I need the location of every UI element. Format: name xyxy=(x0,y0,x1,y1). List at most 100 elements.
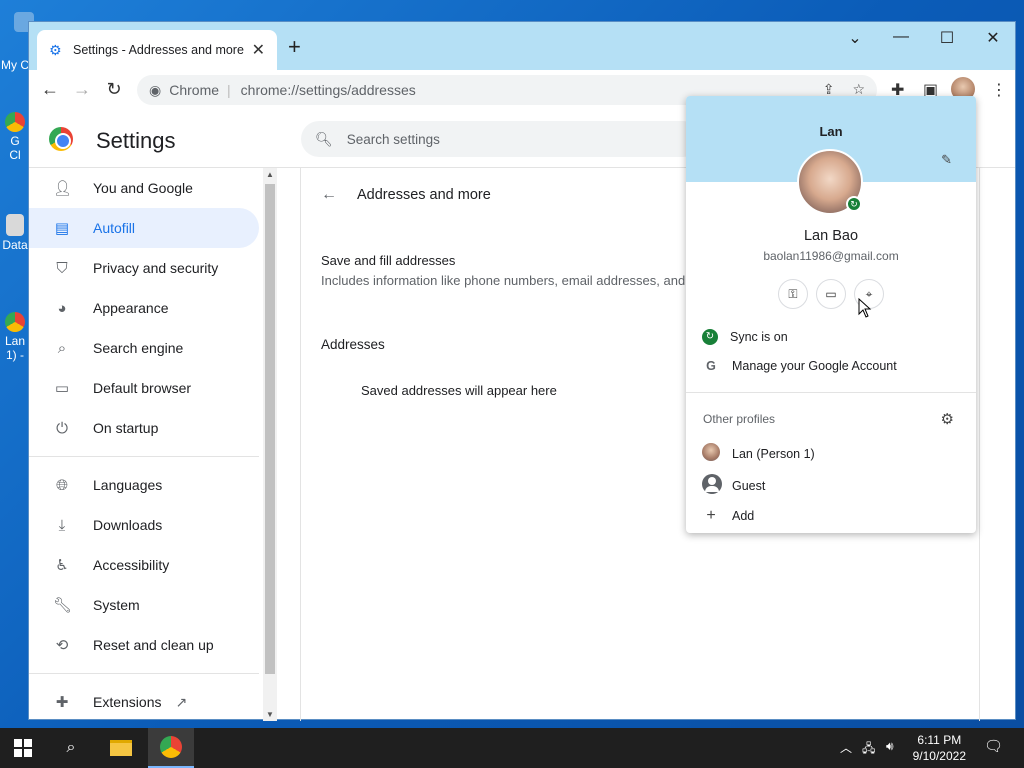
sidebar-item-label: System xyxy=(93,597,140,613)
sync-badge-icon: ↻ xyxy=(846,196,862,212)
scroll-up-icon[interactable]: ▲ xyxy=(266,170,274,179)
sidebar-divider xyxy=(29,673,259,674)
profile-item-label: Add xyxy=(732,509,755,523)
sidebar-item-privacy[interactable]: ⛉ Privacy and security xyxy=(29,248,263,288)
sidebar-item-search-engine[interactable]: ⌕ Search engine xyxy=(29,328,263,368)
sidebar-item-default-browser[interactable]: ▭ Default browser xyxy=(29,368,263,408)
folder-icon xyxy=(110,740,132,756)
sidebar-item-downloads[interactable]: ⤓ Downloads xyxy=(29,505,263,545)
desktop-icon-lan[interactable]: Lan 1) - xyxy=(0,312,30,362)
file-explorer-icon[interactable] xyxy=(98,728,144,768)
power-icon: ⏻ xyxy=(56,419,68,437)
profile-item-lan-person1[interactable]: Lan (Person 1) xyxy=(702,443,815,464)
other-profiles-label: Other profiles xyxy=(703,412,776,426)
maximize-button[interactable]: ☐ xyxy=(932,28,962,48)
chrome-profile-icon xyxy=(5,312,25,332)
forward-button[interactable]: → xyxy=(67,79,97,100)
scroll-down-icon[interactable]: ▼ xyxy=(266,710,274,719)
taskbar-search-icon[interactable]: ⌕ xyxy=(48,728,94,768)
sidebar-scrollbar[interactable]: ▲ ▼ xyxy=(263,168,277,721)
taskbar-chrome-button[interactable] xyxy=(148,728,194,768)
scrollbar-thumb[interactable] xyxy=(265,184,275,674)
google-g-icon: G xyxy=(706,359,716,373)
profile-full-name: Lan Bao xyxy=(803,228,859,244)
sidebar-item-label: Accessibility xyxy=(93,557,170,573)
sidebar-item-label: Privacy and security xyxy=(93,260,219,276)
history-icon: ⟲ xyxy=(55,637,69,654)
sidebar-item-label: Languages xyxy=(93,477,163,493)
desktop-icon-chrome[interactable]: G Cl xyxy=(0,112,30,162)
desktop-icon-label: Lan xyxy=(4,334,26,348)
clock-date: 9/10/2022 xyxy=(912,749,966,763)
mouse-cursor-icon xyxy=(858,298,872,318)
desktop-icon-label: G xyxy=(10,134,20,148)
guest-icon xyxy=(702,474,722,494)
sync-status-row[interactable]: ↻ Sync is on xyxy=(702,329,788,345)
shield-icon: ⛉ xyxy=(56,259,68,277)
tab-search-chevron-icon[interactable]: ⌄ xyxy=(840,28,870,48)
sidebar-item-label: On startup xyxy=(93,420,159,436)
sidebar-item-system[interactable]: 🔧︎ System xyxy=(29,585,263,625)
chrome-icon xyxy=(160,736,182,758)
menu-kebab-icon[interactable]: ⋮ xyxy=(991,80,1007,100)
download-icon: ⤓ xyxy=(58,516,66,534)
empty-addresses-note: Saved addresses will appear here xyxy=(361,383,557,398)
edit-pencil-icon[interactable]: ✎ xyxy=(941,152,952,168)
notifications-icon[interactable]: 🗨︎ xyxy=(984,737,1003,755)
sidebar-item-appearance[interactable]: ◕ Appearance xyxy=(29,288,263,328)
tab-settings[interactable]: ⚙ Settings - Addresses and more ✕ xyxy=(37,30,277,70)
volume-icon[interactable]: 🔊︎ xyxy=(886,739,894,754)
addresses-heading: Addresses xyxy=(321,337,385,352)
manage-account-label: Manage your Google Account xyxy=(732,359,897,373)
browser-icon: ▭ xyxy=(54,380,70,397)
sidebar-item-extensions[interactable]: ✚ Extensions ↗ xyxy=(29,682,263,722)
sidebar-item-label: Search engine xyxy=(93,340,184,356)
profile-avatar-mini xyxy=(702,443,720,464)
sidebar-item-languages[interactable]: 🌐︎ Languages xyxy=(29,465,263,505)
back-button[interactable]: ← xyxy=(35,79,65,100)
profile-popup: Lan ✎ ↻ Lan Bao baolan11986@gmail.com ⚿ … xyxy=(686,96,976,533)
sidebar-item-you-and-google[interactable]: 👤︎ You and Google xyxy=(29,168,263,208)
wrench-icon: 🔧︎ xyxy=(53,597,73,614)
save-addresses-title: Save and fill addresses xyxy=(321,253,456,268)
back-arrow-icon[interactable]: ← xyxy=(321,186,337,204)
manage-account-row[interactable]: G Manage your Google Account xyxy=(702,359,897,373)
search-placeholder: Search settings xyxy=(346,131,440,147)
minimize-button[interactable]: — xyxy=(886,28,916,46)
profile-item-guest[interactable]: Guest xyxy=(702,474,765,497)
chrome-logo-icon xyxy=(49,127,73,151)
mini-avatar-icon xyxy=(702,443,720,461)
tray-chevron-icon[interactable]: ︿ xyxy=(840,739,852,756)
sidebar-item-label: Default browser xyxy=(93,380,192,396)
profile-name-header: Lan xyxy=(819,124,843,139)
sidebar-item-autofill[interactable]: ▤ Autofill xyxy=(29,208,259,248)
reload-button[interactable]: ↻ xyxy=(99,79,129,100)
passwords-key-icon[interactable]: ⚿ xyxy=(778,279,808,309)
windows-logo-icon xyxy=(14,739,32,757)
profile-item-add[interactable]: + Add xyxy=(702,507,754,525)
chrome-icon xyxy=(5,112,25,132)
sidebar-item-reset[interactable]: ⟲ Reset and clean up xyxy=(29,625,263,665)
new-tab-button[interactable]: + xyxy=(288,34,301,60)
desktop-icon-mycomputer[interactable]: My C xyxy=(0,58,30,72)
start-windows-icon[interactable] xyxy=(0,728,46,768)
manage-profiles-gear-icon[interactable]: ⚙ xyxy=(941,410,954,428)
tab-title: Settings - Addresses and more xyxy=(73,43,244,57)
page-heading: Addresses and more xyxy=(357,187,491,203)
search-settings-input[interactable]: 🔍︎ Search settings xyxy=(301,121,701,157)
sidebar-item-label: Extensions xyxy=(93,694,162,710)
sidebar-item-accessibility[interactable]: ♿︎ Accessibility xyxy=(29,545,263,585)
sidebar-item-label: Appearance xyxy=(93,300,169,316)
guest-avatar xyxy=(702,474,722,497)
network-icon[interactable]: 🖧︎ xyxy=(862,739,875,760)
puzzle-icon: ✚ xyxy=(55,694,69,711)
desktop-icon-data[interactable]: Data xyxy=(0,214,30,252)
taskbar-clock[interactable]: 6:11 PM 9/10/2022 xyxy=(913,732,966,764)
payment-card-icon[interactable]: ▭ xyxy=(816,279,846,309)
close-window-button[interactable]: ✕ xyxy=(978,28,1008,48)
sidebar-item-on-startup[interactable]: ⏻ On startup xyxy=(29,408,263,448)
palette-icon: ◕ xyxy=(57,299,67,317)
sidebar-item-label: Downloads xyxy=(93,517,163,533)
sidebar-item-label: Autofill xyxy=(93,220,136,236)
tab-close-icon[interactable]: ✕ xyxy=(252,40,265,60)
